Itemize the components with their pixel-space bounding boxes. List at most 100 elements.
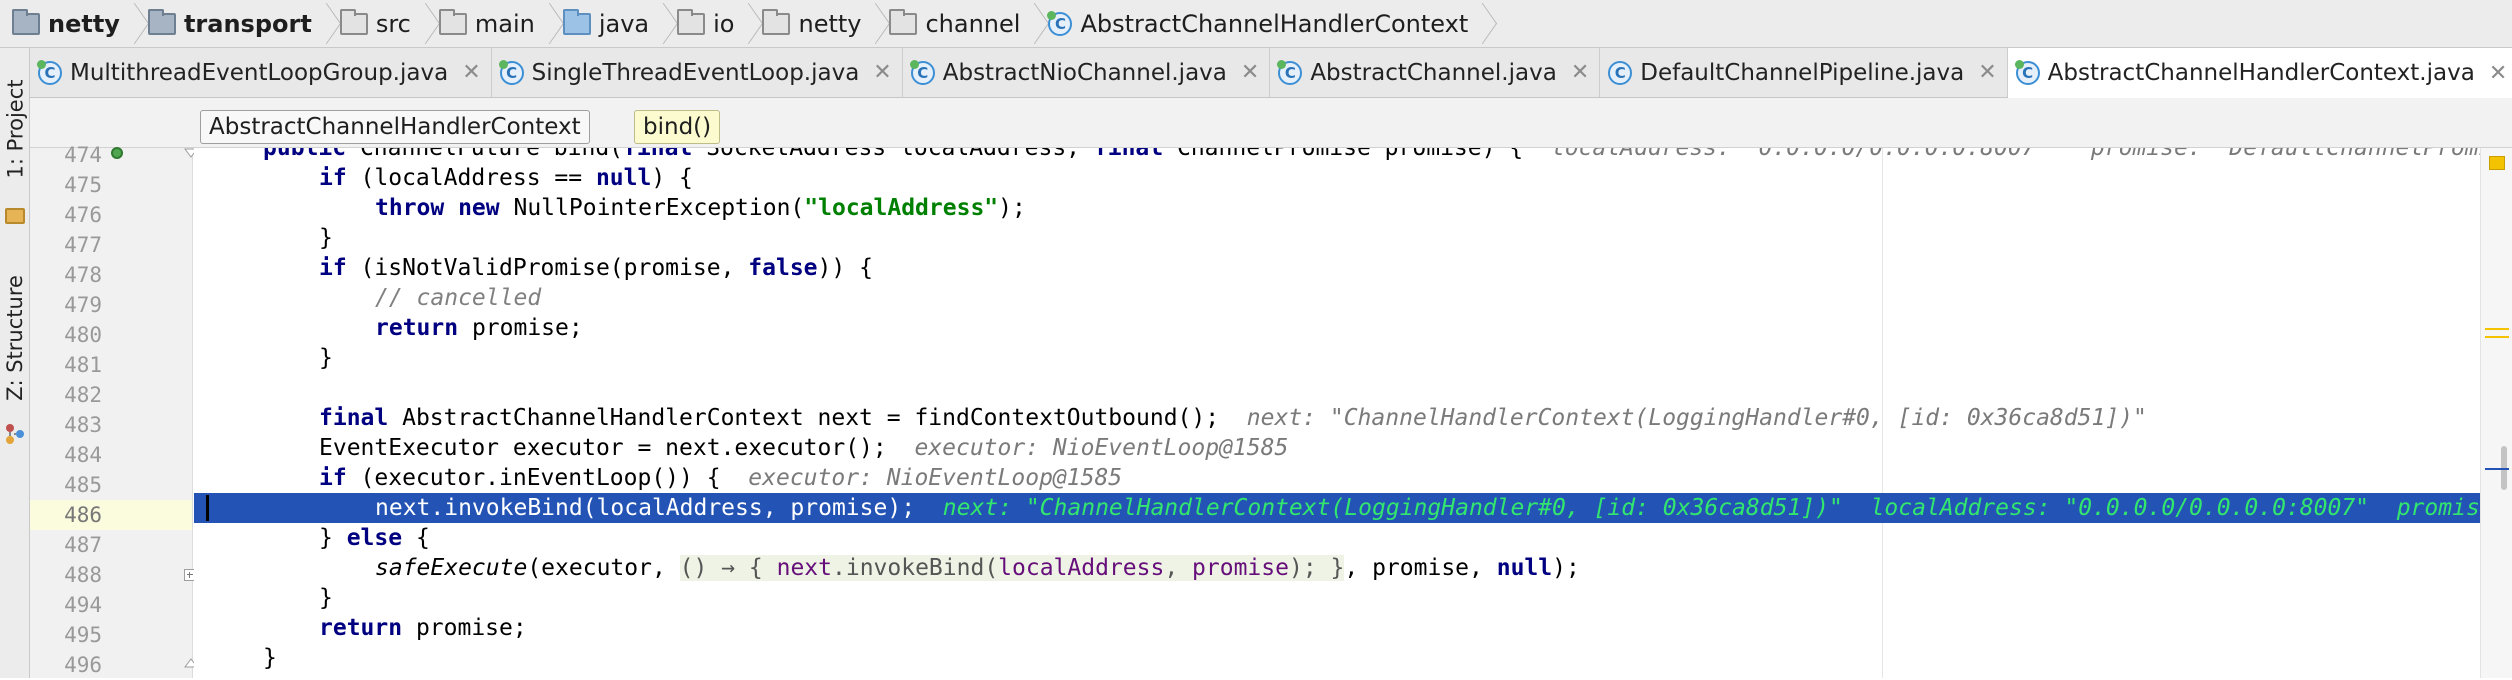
code-line-481: } xyxy=(319,345,333,371)
left-tool-strip: 1: Project Z: Structure xyxy=(0,48,30,678)
breadcrumb-item-netty-package[interactable]: netty xyxy=(756,0,867,48)
breadcrumb-item-transport[interactable]: transport xyxy=(142,0,318,48)
line-number: 475 xyxy=(64,173,102,197)
code-line-483: final AbstractChannelHandlerContext next… xyxy=(319,405,2147,431)
breadcrumb-separator xyxy=(128,0,142,48)
editor-gutter[interactable]: 474 475 476 477 478 479 480 481 482 483 … xyxy=(30,143,198,678)
close-icon[interactable]: ✕ xyxy=(1978,60,1996,85)
close-icon[interactable]: ✕ xyxy=(873,60,891,85)
code-line-495: return promise; xyxy=(319,615,527,641)
code-line-475: if (localAddress == null) { xyxy=(319,165,693,191)
code-line-479: // cancelled xyxy=(375,285,542,311)
line-number: 488 xyxy=(64,563,102,587)
code-line-494: } xyxy=(319,585,333,611)
breadcrumb-separator xyxy=(1476,0,1490,48)
module-folder-icon xyxy=(147,8,176,35)
project-folder-icon xyxy=(5,208,25,224)
abstract-class-icon: C xyxy=(909,59,935,85)
abstract-class-icon: C xyxy=(1277,59,1303,85)
navigation-bar: AbstractChannelHandlerContext bind() xyxy=(30,98,2512,148)
text-caret xyxy=(206,495,209,521)
inline-debug-value: executor: NioEventLoop@1585 xyxy=(914,435,1289,461)
close-icon[interactable]: ✕ xyxy=(1571,60,1589,85)
package-icon xyxy=(889,8,918,35)
breadcrumb-separator xyxy=(742,0,756,48)
breadcrumb-separator xyxy=(320,0,334,48)
warning-stripe[interactable] xyxy=(2485,328,2509,330)
breadcrumb-item-java[interactable]: java xyxy=(557,0,655,48)
breadcrumb-item-class[interactable]: C AbstractChannelHandlerContext xyxy=(1042,0,1474,48)
code-line-488: safeExecute(executor, () → { next.invoke… xyxy=(375,555,1580,581)
code-line-478: if (isNotValidPromise(promise, false)) { xyxy=(319,255,873,281)
tab-default-channel-pipeline[interactable]: C DefaultChannelPipeline.java ✕ xyxy=(1600,48,2008,97)
code-editor[interactable]: public ChannelFuture bind(final SocketAd… xyxy=(194,148,2480,678)
inline-debug-value: next: "ChannelHandlerContext(LoggingHand… xyxy=(942,495,1843,521)
inline-debug-value: promise xyxy=(2396,495,2480,521)
current-line-number: 486 xyxy=(30,500,192,530)
tab-single-thread-event-loop[interactable]: C SingleThreadEventLoop.java ✕ xyxy=(492,48,903,97)
breadcrumb-separator xyxy=(543,0,557,48)
package-icon xyxy=(762,8,791,35)
breadcrumb-item-main[interactable]: main xyxy=(433,0,541,48)
breadcrumb-separator xyxy=(657,0,671,48)
line-number: 487 xyxy=(64,533,102,557)
close-icon[interactable]: ✕ xyxy=(2489,61,2507,86)
breadcrumb-separator xyxy=(419,0,433,48)
class-icon: C xyxy=(1608,60,1633,85)
structure-icon xyxy=(6,424,24,444)
abstract-class-icon: C xyxy=(2014,60,2040,85)
inline-debug-value: executor: NioEventLoop@1585 xyxy=(748,465,1123,491)
folder-icon xyxy=(339,8,368,35)
code-line-480: return promise; xyxy=(375,315,583,341)
abstract-class-icon: C xyxy=(1047,10,1073,36)
breadcrumb: netty transport src main java io netty c… xyxy=(0,0,2512,48)
line-number: 476 xyxy=(64,203,102,227)
line-number: 494 xyxy=(64,593,102,617)
line-number: 484 xyxy=(64,443,102,467)
inline-debug-value: localAddress: "0.0.0.0/0.0.0.0:8007" pro… xyxy=(1550,148,2480,161)
close-icon[interactable]: ✕ xyxy=(462,60,480,85)
line-number: 482 xyxy=(64,383,102,407)
code-line-486-current-execution: next.invokeBind(localAddress, promise); … xyxy=(194,493,2480,523)
code-line-474: public ChannelFuture bind(final SocketAd… xyxy=(263,148,2480,163)
breadcrumb-item-channel[interactable]: channel xyxy=(883,0,1026,48)
abstract-class-icon: C xyxy=(498,59,524,85)
folded-lambda[interactable]: () → { next.invokeBind(localAddress, pro… xyxy=(679,555,1345,581)
breadcrumb-item-src[interactable]: src xyxy=(334,0,417,48)
line-number: 496 xyxy=(64,653,102,677)
line-number: 480 xyxy=(64,323,102,347)
code-line-484: EventExecutor executor = next.executor()… xyxy=(319,435,1289,461)
code-line-477: } xyxy=(319,225,333,251)
line-number: 495 xyxy=(64,623,102,647)
tab-abstract-channel[interactable]: C AbstractChannel.java ✕ xyxy=(1270,48,1601,97)
package-icon xyxy=(677,8,706,35)
inline-debug-value: localAddress: "0.0.0.0/0.0.0.0:8007" xyxy=(1870,495,2370,521)
project-tool-tab[interactable]: 1: Project xyxy=(0,54,30,204)
code-line-487: } else { xyxy=(319,525,430,551)
editor-scrollbar[interactable] xyxy=(2480,148,2512,678)
line-number: 479 xyxy=(64,293,102,317)
close-icon[interactable]: ✕ xyxy=(1241,60,1259,85)
current-line-marker[interactable] xyxy=(2485,468,2509,470)
module-folder-icon xyxy=(12,8,40,35)
warning-stripe[interactable] xyxy=(2485,336,2509,338)
override-marker-icon[interactable] xyxy=(111,147,123,159)
source-folder-icon xyxy=(562,8,591,35)
structure-tool-tab[interactable]: Z: Structure xyxy=(0,248,30,428)
tab-multithread-event-loop-group[interactable]: C MultithreadEventLoopGroup.java ✕ xyxy=(30,48,492,97)
warning-marker[interactable] xyxy=(2489,156,2505,170)
editor-tab-bar: C MultithreadEventLoopGroup.java ✕ C Single… xyxy=(30,48,2512,98)
inline-debug-value: next: "ChannelHandlerContext(LoggingHand… xyxy=(1246,405,2147,431)
line-number: 483 xyxy=(64,413,102,437)
folder-icon xyxy=(438,8,467,35)
nav-method-chip[interactable]: bind() xyxy=(634,110,721,144)
tab-abstract-channel-handler-context[interactable]: C AbstractChannelHandlerContext.java ✕ xyxy=(2007,48,2512,98)
breadcrumb-item-io[interactable]: io xyxy=(671,0,740,48)
breadcrumb-item-netty-module[interactable]: netty xyxy=(6,0,126,48)
line-number: 478 xyxy=(64,263,102,287)
tab-abstract-nio-channel[interactable]: C AbstractNioChannel.java ✕ xyxy=(903,48,1271,97)
line-number: 481 xyxy=(64,353,102,377)
nav-class-chip[interactable]: AbstractChannelHandlerContext xyxy=(200,110,590,144)
code-line-485: if (executor.inEventLoop()) { executor: … xyxy=(319,465,1123,491)
line-number: 485 xyxy=(64,473,102,497)
